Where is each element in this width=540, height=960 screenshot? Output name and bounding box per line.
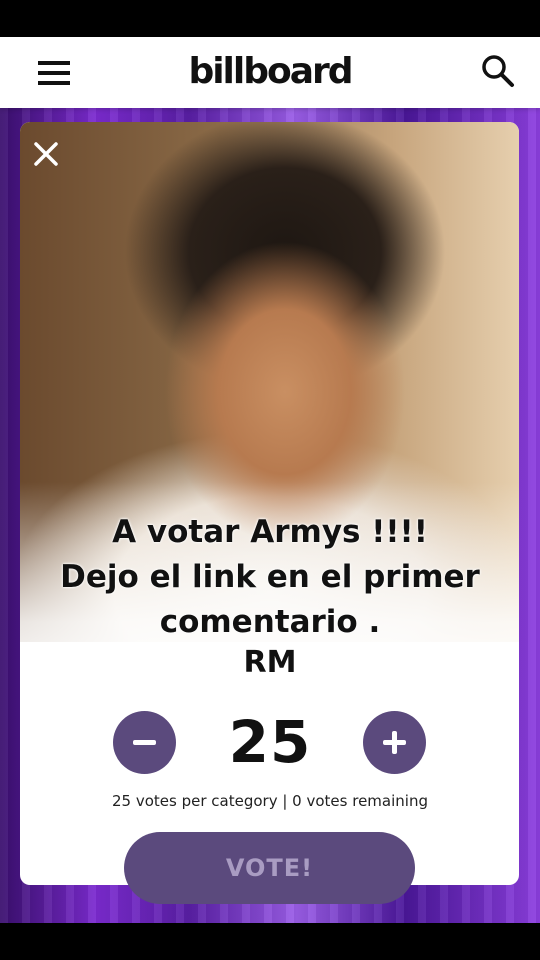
plus-icon[interactable] — [363, 711, 426, 774]
caption-line: comentario . — [159, 604, 381, 640]
status-bar — [0, 0, 540, 37]
bottom-bar — [0, 923, 540, 960]
artist-name: RM — [243, 645, 297, 680]
vote-count: 25 — [228, 708, 312, 776]
caption-line: A votar Armys !!!! — [112, 514, 428, 550]
vote-button[interactable]: VOTE! — [124, 832, 415, 904]
caption-text: A votar Armys !!!! Dejo el link en el pr… — [0, 510, 540, 645]
close-icon[interactable] — [32, 140, 60, 168]
search-icon[interactable] — [480, 53, 516, 89]
votes-info-text: 25 votes per category | 0 votes remainin… — [112, 792, 428, 810]
caption-line: Dejo el link en el primer — [60, 559, 480, 595]
site-header: billboard — [0, 37, 540, 108]
billboard-logo[interactable]: billboard — [0, 51, 540, 92]
minus-icon[interactable] — [113, 711, 176, 774]
